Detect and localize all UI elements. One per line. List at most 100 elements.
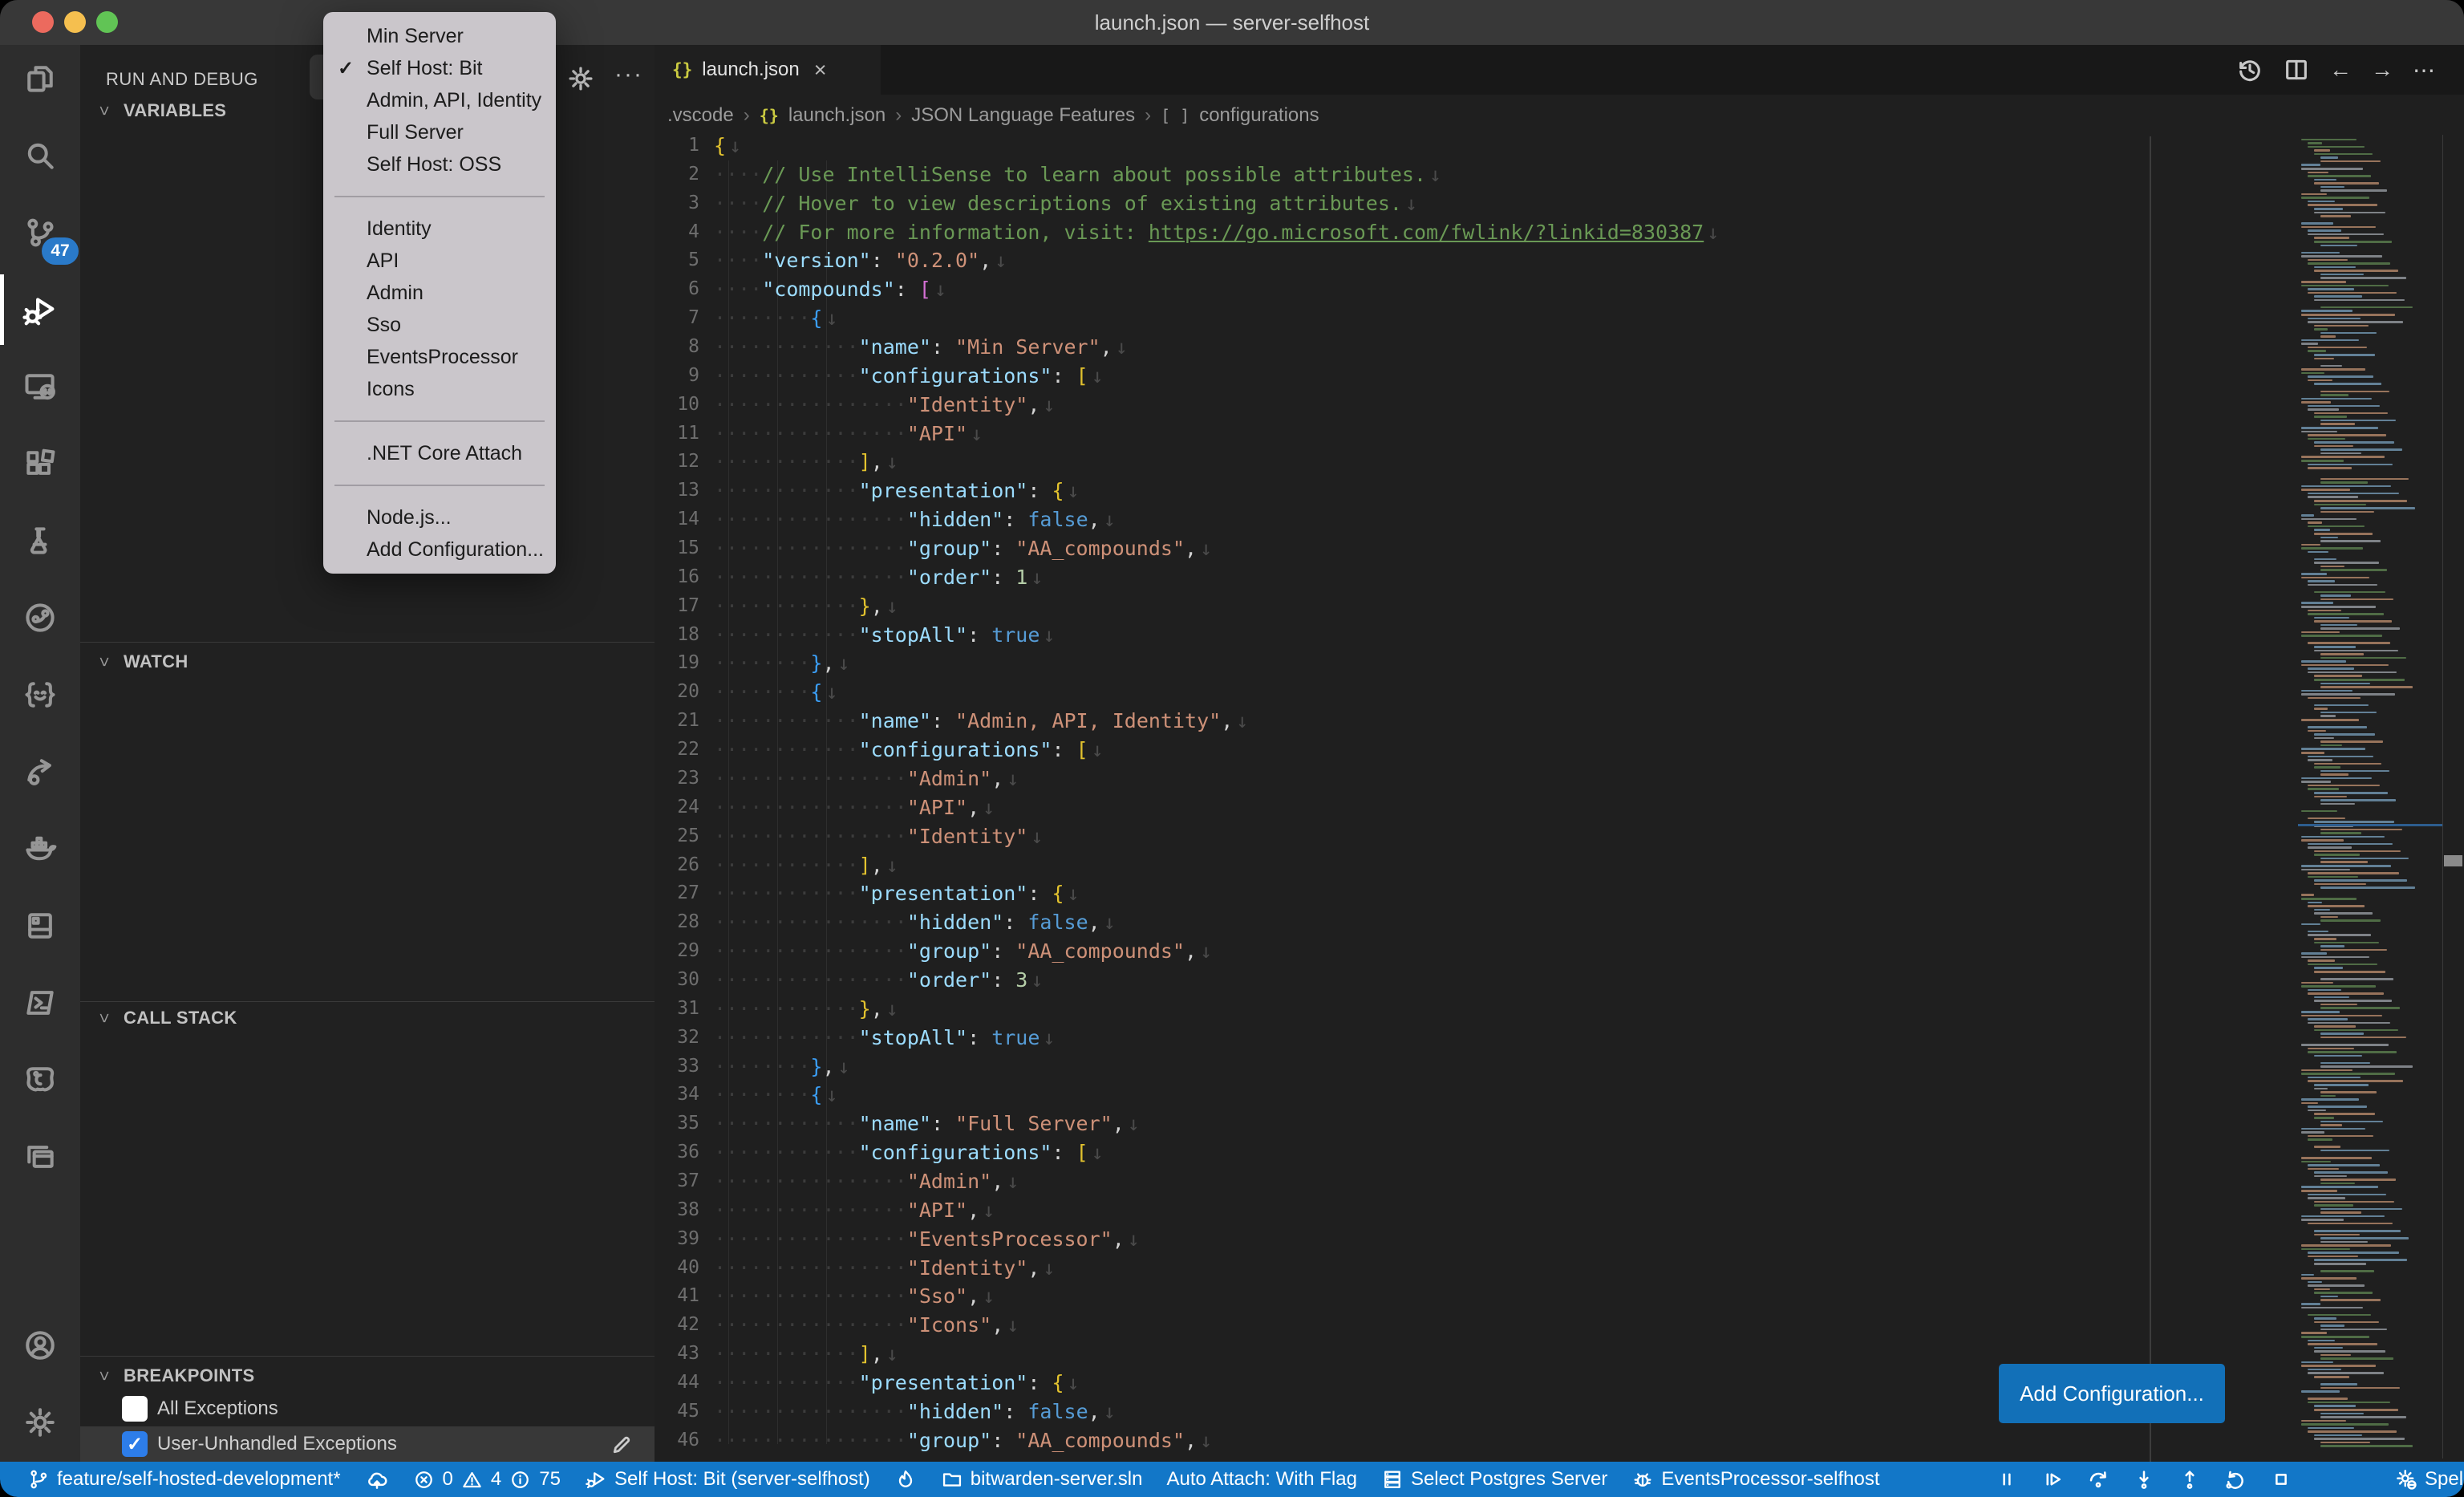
breadcrumb-item[interactable]: JSON Language Features: [911, 104, 1135, 127]
close-window-button[interactable]: [32, 11, 54, 33]
add-configuration-button[interactable]: Add Configuration...: [1999, 1364, 2225, 1423]
line-number[interactable]: 30: [654, 966, 699, 995]
minimap[interactable]: [2298, 135, 2442, 1458]
timeline-icon[interactable]: [2236, 56, 2263, 83]
line-number[interactable]: 41: [654, 1282, 699, 1311]
call-stack-section-header[interactable]: > CALL STACK: [80, 1002, 654, 1034]
menu-item[interactable]: Self Host: OSS: [323, 148, 556, 181]
menu-item[interactable]: Sso: [323, 309, 556, 341]
line-number[interactable]: 14: [654, 505, 699, 534]
breadcrumb-item[interactable]: configurations: [1199, 104, 1319, 127]
git-branch-status[interactable]: feature/self-hosted-development*: [27, 1468, 341, 1491]
views-more-actions-button[interactable]: ···: [614, 61, 643, 88]
line-number[interactable]: 4: [654, 218, 699, 247]
line-number[interactable]: 10: [654, 391, 699, 420]
line-number[interactable]: 24: [654, 793, 699, 822]
step-over-icon[interactable]: [2086, 1467, 2110, 1491]
sidebar-item-storage[interactable]: [18, 903, 63, 948]
breakpoints-section-header[interactable]: > BREAKPOINTS: [80, 1360, 654, 1392]
menu-item[interactable]: Add Configuration...: [323, 533, 556, 566]
sidebar-item-powershell[interactable]: [18, 980, 63, 1025]
line-number[interactable]: 32: [654, 1024, 699, 1053]
line-number[interactable]: 31: [654, 995, 699, 1024]
line-number[interactable]: 28: [654, 908, 699, 937]
line-number[interactable]: 36: [654, 1138, 699, 1167]
line-number[interactable]: 11: [654, 420, 699, 448]
edit-condition-button[interactable]: [610, 1433, 634, 1461]
line-number[interactable]: 20: [654, 678, 699, 707]
step-into-icon[interactable]: [2132, 1467, 2156, 1491]
menu-item[interactable]: Node.js...: [323, 501, 556, 533]
code-editor[interactable]: 1{↓2····// Use IntelliSense to learn abo…: [654, 132, 2178, 1462]
menu-item[interactable]: Min Server: [323, 20, 556, 52]
accounts-button[interactable]: [18, 1323, 63, 1368]
line-number[interactable]: 37: [654, 1167, 699, 1196]
line-number[interactable]: 16: [654, 563, 699, 592]
line-number[interactable]: 9: [654, 362, 699, 391]
zoom-window-button[interactable]: [96, 11, 118, 33]
minimize-window-button[interactable]: [64, 11, 86, 33]
line-number[interactable]: 8: [654, 333, 699, 362]
menu-item[interactable]: Identity: [323, 213, 556, 245]
sidebar-item-postgresql[interactable]: [18, 1057, 63, 1102]
continue-icon[interactable]: [2040, 1467, 2065, 1491]
menu-item[interactable]: .NET Core Attach: [323, 437, 556, 469]
sidebar-item-explorer[interactable]: [18, 56, 63, 101]
line-number[interactable]: 13: [654, 477, 699, 505]
problems-status[interactable]: 0 4 75: [413, 1468, 561, 1491]
line-number[interactable]: 29: [654, 937, 699, 966]
line-number[interactable]: 34: [654, 1081, 699, 1110]
checkbox-checked[interactable]: ✓: [122, 1431, 148, 1457]
line-number[interactable]: 43: [654, 1340, 699, 1369]
line-number[interactable]: 7: [654, 304, 699, 333]
line-number[interactable]: 38: [654, 1196, 699, 1225]
menu-item[interactable]: EventsProcessor: [323, 341, 556, 373]
line-number[interactable]: 6: [654, 275, 699, 304]
line-number[interactable]: 15: [654, 534, 699, 563]
sidebar-item-testing[interactable]: [18, 518, 63, 563]
line-number[interactable]: 5: [654, 246, 699, 275]
postgres-server-status[interactable]: Select Postgres Server: [1381, 1468, 1607, 1491]
sync-changes-button[interactable]: [365, 1467, 389, 1491]
breakpoint-row-user-unhandled-exceptions[interactable]: ✓ User-Unhandled Exceptions: [80, 1426, 654, 1462]
tab-launch-json[interactable]: {} launch.json ×: [654, 45, 881, 95]
menu-item[interactable]: Full Server: [323, 116, 556, 148]
line-number[interactable]: 27: [654, 879, 699, 908]
menu-item[interactable]: Icons: [323, 373, 556, 405]
editor-more-actions-button[interactable]: ⋯: [2413, 57, 2435, 83]
stop-icon[interactable]: [2269, 1467, 2293, 1491]
navigate-forward-button[interactable]: →: [2371, 57, 2393, 83]
checkbox-unchecked[interactable]: [122, 1396, 148, 1422]
sidebar-item-docker[interactable]: [18, 826, 63, 871]
restart-icon[interactable]: [2223, 1467, 2247, 1491]
sidebar-item-search[interactable]: [18, 133, 63, 178]
menu-item[interactable]: ✓Self Host: Bit: [323, 52, 556, 84]
scrollbar-thumb[interactable]: [2444, 855, 2462, 866]
breadcrumb-item[interactable]: .vscode: [667, 104, 734, 127]
line-number[interactable]: 19: [654, 649, 699, 678]
sidebar-item-extensions[interactable]: [18, 441, 63, 486]
close-tab-button[interactable]: ×: [814, 58, 827, 83]
sidebar-item-live-share[interactable]: [18, 749, 63, 794]
line-number[interactable]: 42: [654, 1311, 699, 1340]
line-number[interactable]: 22: [654, 736, 699, 765]
spell-checker-status[interactable]: Spell: [2394, 1462, 2464, 1497]
solution-status[interactable]: bitwarden-server.sln: [941, 1468, 1143, 1491]
line-number[interactable]: 17: [654, 592, 699, 621]
settings-button[interactable]: [18, 1400, 63, 1445]
navigate-back-button[interactable]: ←: [2329, 57, 2352, 83]
auto-attach-status[interactable]: Auto Attach: With Flag: [1166, 1468, 1356, 1491]
flame-status[interactable]: [894, 1468, 917, 1491]
pause-icon[interactable]: [1995, 1467, 2019, 1491]
line-number[interactable]: 46: [654, 1426, 699, 1455]
breakpoint-row-all-exceptions[interactable]: All Exceptions: [80, 1391, 654, 1426]
sidebar-item-gitlens[interactable]: [18, 595, 63, 640]
line-number[interactable]: 26: [654, 851, 699, 880]
line-number[interactable]: 1: [654, 132, 699, 160]
section-divider[interactable]: [80, 1356, 654, 1357]
sidebar-item-code-snippets[interactable]: [18, 672, 63, 717]
line-number[interactable]: 45: [654, 1398, 699, 1426]
split-editor-icon[interactable]: [2283, 56, 2310, 83]
menu-item[interactable]: Admin, API, Identity: [323, 84, 556, 116]
menu-item[interactable]: Admin: [323, 277, 556, 309]
